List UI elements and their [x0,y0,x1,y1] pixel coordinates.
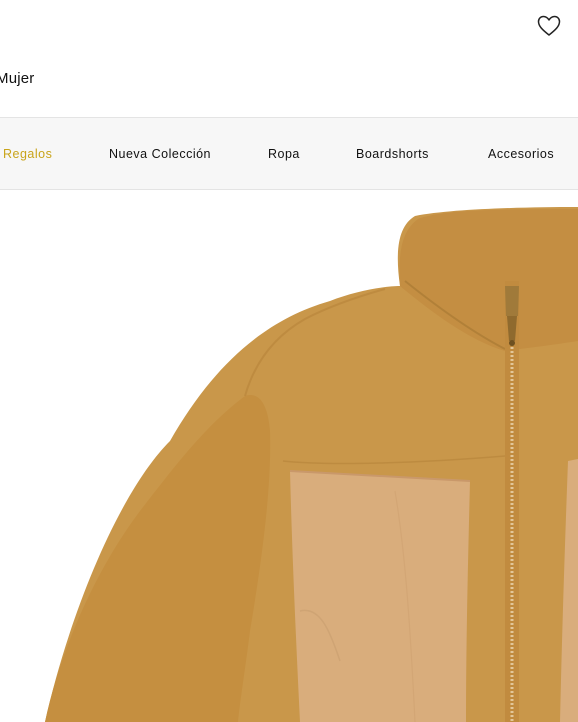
nav-item-regalos[interactable]: Regalos [3,147,52,161]
nav-item-accesorios[interactable]: Accesorios [488,147,554,161]
wishlist-button[interactable] [536,13,562,39]
top-bar [0,0,578,60]
product-image[interactable] [0,191,578,722]
nav-item-ropa[interactable]: Ropa [268,147,300,161]
nav-item-boardshorts[interactable]: Boardshorts [356,147,429,161]
nav-item-nueva-coleccion[interactable]: Nueva Colección [109,147,211,161]
product-page: Mujer Regalos Nueva Colección Ropa Board… [0,0,578,722]
section-title[interactable]: Mujer [0,70,35,87]
heart-outline-icon [536,13,562,39]
fleece-jacket-illustration [0,207,578,722]
category-nav: Regalos Nueva Colección Ropa Boardshorts… [0,117,578,190]
